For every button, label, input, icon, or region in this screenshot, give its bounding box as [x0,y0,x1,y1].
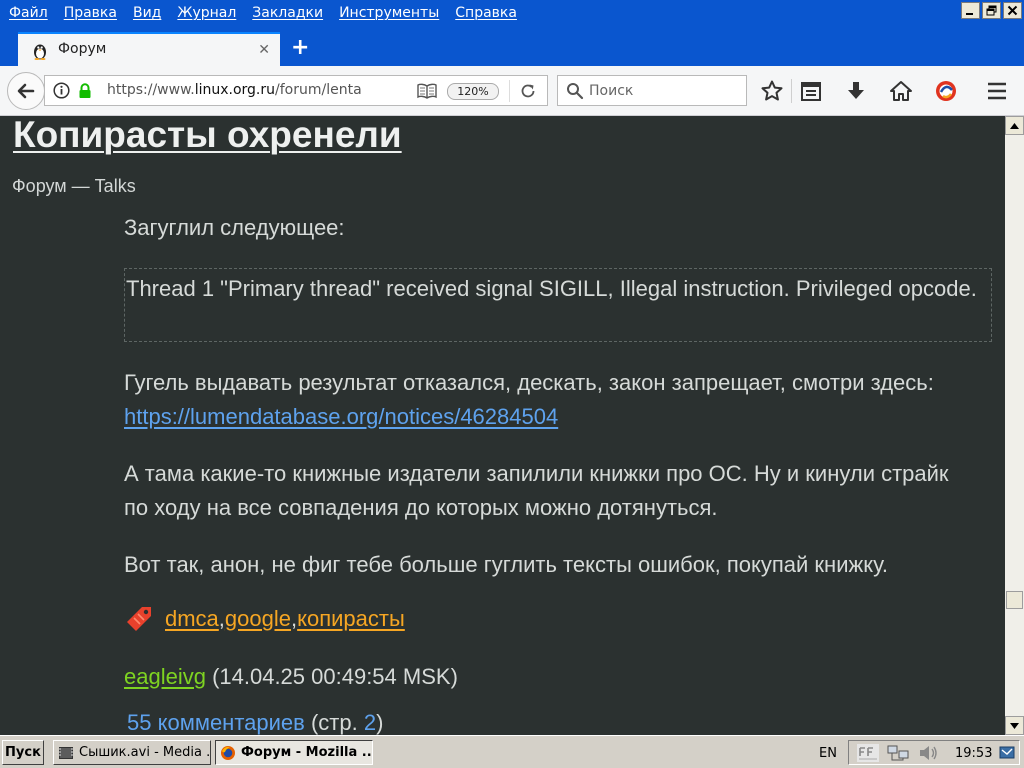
menu-history[interactable]: Журнал [177,5,236,21]
paragraph-publishers: А тама какие-то книжные издатели запилил… [124,461,949,520]
tab-title: Форум [58,41,107,57]
urlbar-divider [509,80,510,102]
tag-google[interactable]: google [225,606,291,632]
show-desktop-icon[interactable] [999,744,1015,762]
author-line: eagleivg (14.04.25 00:49:54 MSK) [124,664,458,690]
reload-icon[interactable] [519,82,537,100]
language-indicator[interactable]: EN [819,746,837,761]
restore-button[interactable] [982,2,1001,19]
reader-view-icon[interactable] [417,83,437,99]
taskbar-button-label: Сышик.avi - Media ... [79,745,211,760]
bookmarks-menu-icon[interactable] [799,79,823,103]
comments-pages-prefix: (стр. [304,710,364,735]
page-content: Копирасты охренели Форум — Talks Загугли… [0,116,1005,735]
close-icon [1007,5,1018,16]
media-player-icon [59,746,73,759]
taskbar-button-label: Форум - Mozilla ... [241,745,373,760]
downloads-icon[interactable] [844,79,868,103]
close-window-button[interactable] [1003,2,1022,19]
back-arrow-icon [17,83,35,99]
volume-icon[interactable] [917,744,939,762]
menu-help[interactable]: Справка [455,5,517,21]
taskbar: Пуск Сышик.avi - Media ... Форум - Mozil… [0,735,1024,768]
menu-bookmarks[interactable]: Закладки [252,5,323,21]
breadcrumb[interactable]: Форум — Talks [12,176,136,197]
url-prefix: https://www. [107,82,195,98]
url-bar[interactable]: https://www.linux.org.ru/forum/lenta 120… [44,75,548,106]
new-tab-button[interactable]: + [291,37,309,59]
menu-bar: Файл Правка Вид Журнал Закладки Инструме… [0,0,1024,26]
intro-paragraph: Загуглил следующее: [124,215,345,240]
network-icon[interactable] [887,744,909,762]
tag-dmca[interactable]: dmca [165,606,219,632]
page-title[interactable]: Копирасты охренели [13,116,402,156]
system-tray: 19:53 [848,740,1020,765]
minimize-button[interactable] [961,2,980,19]
tab-forum[interactable]: Форум ✕ [18,32,280,66]
home-icon[interactable] [889,79,913,103]
scroll-down-button[interactable] [1005,716,1024,735]
error-quote-block: Thread 1 "Primary thread" received signa… [124,268,992,342]
comments-page-link[interactable]: 2 [364,710,376,735]
paragraph-conclusion: Вот так, анон, не фиг тебе больше гуглит… [124,552,888,577]
tray-app-icon[interactable] [857,744,879,762]
menu-edit[interactable]: Правка [64,5,117,21]
lumen-notice-link[interactable]: https://lumendatabase.org/notices/462845… [124,404,558,429]
zoom-level-badge[interactable]: 120% [447,83,499,100]
window-controls [961,2,1022,19]
taskbar-button-firefox[interactable]: Форум - Mozilla ... [215,740,373,765]
tux-favicon-icon [34,44,46,60]
firefox-icon [221,745,235,760]
info-icon[interactable] [53,82,70,99]
tags-row: dmca, google, копирасты [124,604,405,634]
url-text[interactable]: https://www.linux.org.ru/forum/lenta [107,82,362,98]
addon-icon[interactable] [934,79,958,103]
scrollbar-thumb[interactable] [1006,591,1023,609]
back-button[interactable] [7,72,45,110]
start-button[interactable]: Пуск [2,740,44,765]
lock-icon[interactable] [78,83,92,99]
comments-line: 55 комментариев (стр. 2) [127,710,383,735]
minimize-icon [966,13,973,15]
scroll-up-button[interactable] [1005,116,1024,135]
restore-icon [986,5,997,16]
menu-file[interactable]: Файл [9,5,48,21]
tab-strip: Форум ✕ [0,26,1024,66]
nav-bar: https://www.linux.org.ru/forum/lenta 120… [0,66,1024,116]
tag-kopirasty[interactable]: копирасты [297,606,405,632]
comments-link[interactable]: 55 комментариев [127,710,305,735]
paragraph-google-refused: Гугель выдавать результат отказался, дес… [124,366,954,434]
hamburger-menu-icon[interactable] [985,79,1009,103]
bookmark-star-icon[interactable] [760,79,784,103]
search-icon [567,83,584,100]
url-path: /forum/lenta [275,82,362,98]
toolbar-divider [791,79,792,103]
tab-close-icon[interactable]: ✕ [258,42,270,58]
menu: Файл Правка Вид Журнал Закладки Инструме… [0,0,524,26]
taskbar-button-media-player[interactable]: Сышик.avi - Media ... [53,740,211,765]
tag-icon [127,607,151,631]
comments-pages-suffix: ) [376,710,384,735]
post-timestamp: (14.04.25 00:49:54 MSK) [205,664,458,689]
menu-tools[interactable]: Инструменты [339,5,439,21]
clock: 19:53 [955,746,993,761]
author-link[interactable]: eagleivg [124,664,206,689]
arrow-down-icon [1010,722,1019,729]
menu-view[interactable]: Вид [133,5,161,21]
vertical-scrollbar[interactable] [1005,116,1024,735]
search-bar[interactable] [557,75,747,106]
search-input[interactable] [589,79,739,102]
arrow-up-icon [1010,122,1019,129]
url-host: linux.org.ru [194,82,276,98]
paragraph-text: Гугель выдавать результат отказался, дес… [124,370,934,395]
